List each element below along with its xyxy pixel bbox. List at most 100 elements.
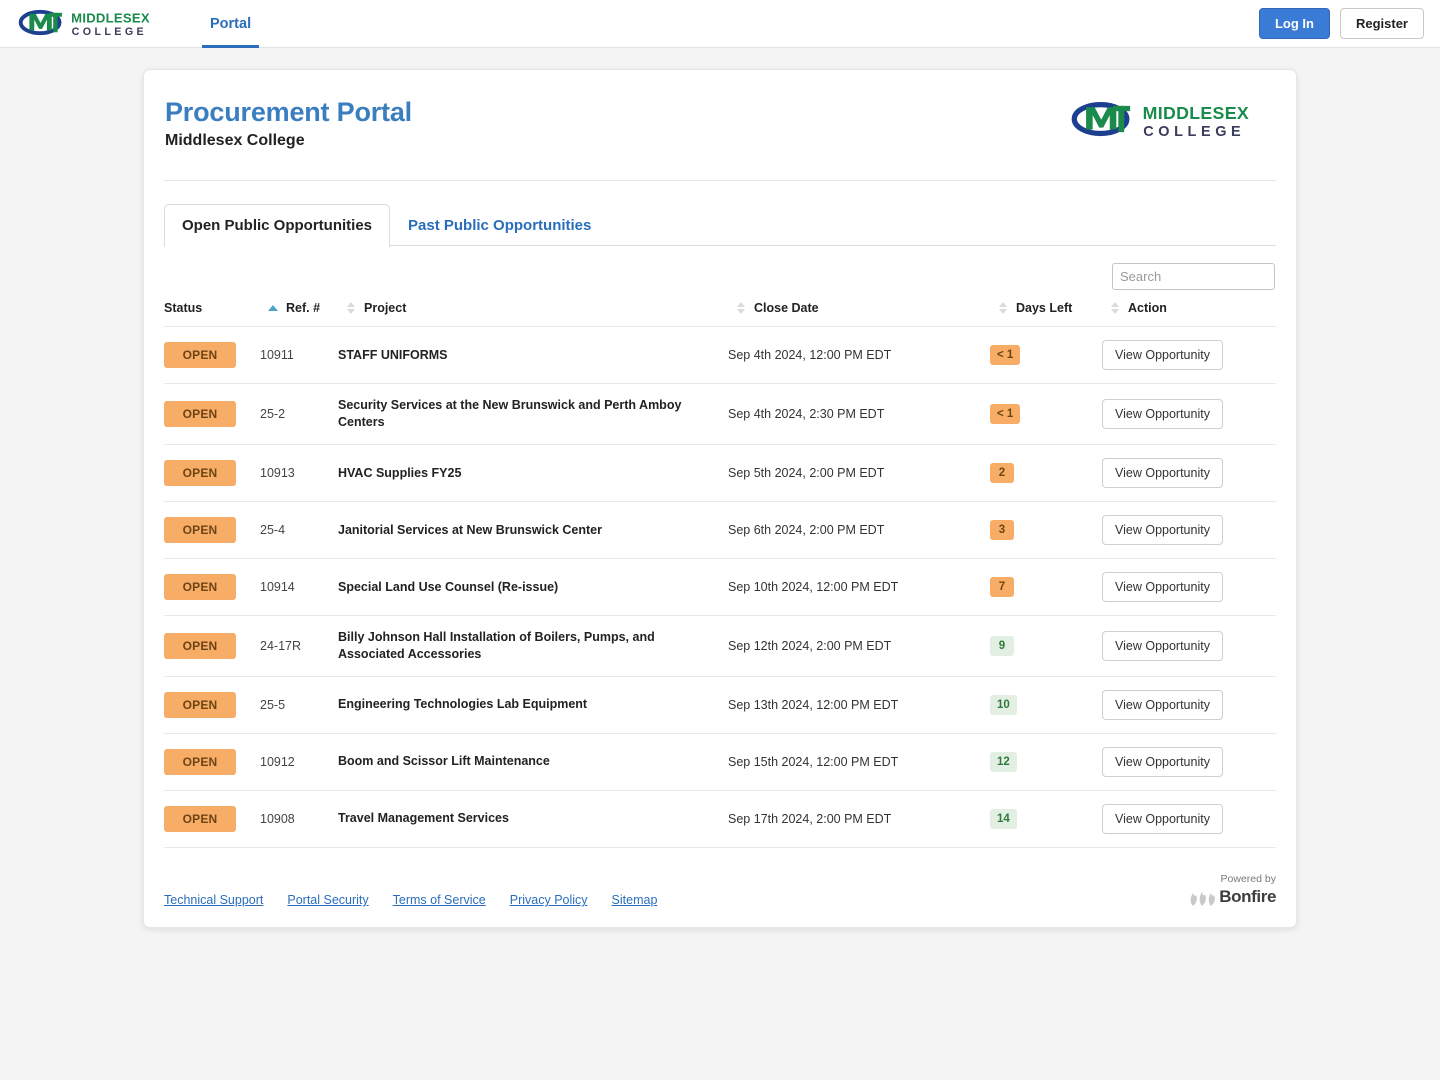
column-label: Ref. # — [286, 301, 321, 316]
footer-link[interactable]: Portal Security — [287, 893, 368, 907]
cell-action: View Opportunity — [1102, 790, 1276, 847]
cell-project: HVAC Supplies FY25 — [338, 445, 728, 502]
ref-number: 10913 — [260, 466, 295, 481]
cell-days-left: 7 — [990, 559, 1102, 616]
footer-link[interactable]: Terms of Service — [393, 893, 486, 907]
project-name: Special Land Use Counsel (Re-issue) — [338, 579, 559, 594]
middlesex-college-logo-icon: MIDDLESEX COLLEGE — [18, 9, 150, 38]
column-label: Days Left — [1016, 301, 1073, 316]
ref-number: 25-5 — [260, 697, 286, 712]
cell-action: View Opportunity — [1102, 559, 1276, 616]
days-left-badge: 12 — [990, 751, 1017, 772]
view-opportunity-button[interactable]: View Opportunity — [1102, 572, 1223, 603]
cell-ref: 24-17R — [260, 616, 338, 677]
table-row: OPEN 25-4 Janitorial Services at New Bruns… — [164, 501, 1276, 559]
svg-text:COLLEGE: COLLEGE — [72, 26, 147, 38]
cell-days-left: 3 — [990, 502, 1102, 559]
view-opportunity-button[interactable]: View Opportunity — [1102, 631, 1223, 662]
cell-close-date: Sep 15th 2024, 12:00 PM EDT — [728, 733, 990, 790]
search-row — [164, 263, 1276, 291]
brand-logo-link[interactable]: MIDDLESEX COLLEGE — [18, 7, 170, 41]
cell-status: OPEN — [164, 676, 260, 733]
bonfire-logo: Bonfire — [1189, 887, 1276, 907]
cell-days-left: < 1 — [990, 384, 1102, 445]
cell-status: OPEN — [164, 733, 260, 790]
opportunities-tablist: Open Public Opportunities Past Public Op… — [164, 204, 1276, 248]
footer-link[interactable]: Sitemap — [612, 893, 658, 907]
close-date: Sep 13th 2024, 12:00 PM EDT — [728, 697, 899, 712]
ref-number: 25-2 — [260, 407, 286, 422]
table-row: OPEN 24-17R Billy Johnson Hall Installatio… — [164, 615, 1276, 677]
days-left-badge: 2 — [990, 463, 1014, 484]
tab-past-public-opportunities[interactable]: Past Public Opportunities — [390, 204, 609, 246]
view-opportunity-button[interactable]: View Opportunity — [1102, 746, 1223, 777]
ref-number: 25-4 — [260, 523, 286, 538]
view-opportunity-button[interactable]: View Opportunity — [1102, 458, 1223, 489]
cell-days-left: 14 — [990, 790, 1102, 847]
ref-number: 10914 — [260, 580, 295, 595]
view-opportunity-button[interactable]: View Opportunity — [1102, 689, 1223, 720]
cell-project: Travel Management Services — [338, 790, 728, 847]
column-label: Project — [364, 301, 407, 316]
cell-status: OPEN — [164, 559, 260, 616]
column-header-days-left[interactable]: Days Left — [990, 301, 1102, 327]
view-opportunity-button[interactable]: View Opportunity — [1102, 340, 1223, 371]
days-left-badge: < 1 — [990, 345, 1021, 366]
status-badge: OPEN — [164, 748, 236, 775]
cell-status: OPEN — [164, 502, 260, 559]
view-opportunity-button[interactable]: View Opportunity — [1102, 399, 1223, 430]
days-left-badge: 7 — [990, 577, 1014, 598]
cell-project: Billy Johnson Hall Installation of Boile… — [338, 616, 728, 677]
status-badge: OPEN — [164, 460, 236, 487]
days-left-badge: < 1 — [990, 404, 1021, 425]
sort-toggle-icon[interactable] — [728, 302, 754, 315]
close-date: Sep 15th 2024, 12:00 PM EDT — [728, 754, 899, 769]
cell-project: Security Services at the New Brunswick a… — [338, 384, 728, 445]
view-opportunity-button[interactable]: View Opportunity — [1102, 515, 1223, 546]
cell-days-left: 9 — [990, 616, 1102, 677]
cell-project: Janitorial Services at New Brunswick Cen… — [338, 502, 728, 559]
cell-action: View Opportunity — [1102, 445, 1276, 502]
status-badge: OPEN — [164, 401, 236, 428]
close-date: Sep 4th 2024, 12:00 PM EDT — [728, 348, 892, 363]
cell-status: OPEN — [164, 616, 260, 677]
log-in-button[interactable]: Log In — [1258, 8, 1330, 39]
cell-ref: 25-4 — [260, 502, 338, 559]
powered-by-label: Powered by — [1220, 872, 1276, 885]
cell-close-date: Sep 6th 2024, 2:00 PM EDT — [728, 502, 990, 559]
table-row: OPEN 10908 Travel Management Services Sep 1… — [164, 790, 1276, 848]
cell-action: View Opportunity — [1102, 616, 1276, 677]
project-name: Boom and Scissor Lift Maintenance — [338, 754, 550, 769]
tab-open-public-opportunities[interactable]: Open Public Opportunities — [164, 204, 391, 248]
cell-action: View Opportunity — [1102, 502, 1276, 559]
sort-toggle-icon[interactable] — [990, 302, 1016, 315]
column-header-project[interactable]: Project — [338, 301, 728, 327]
ref-number: 10912 — [260, 754, 295, 769]
sort-toggle-icon[interactable] — [1102, 302, 1128, 315]
cell-action: View Opportunity — [1102, 384, 1276, 445]
sort-ascending-icon[interactable] — [260, 305, 286, 312]
cell-ref: 10911 — [260, 327, 338, 384]
ref-number: 10908 — [260, 811, 295, 826]
nav-item-portal[interactable]: Portal — [202, 0, 260, 48]
bonfire-wordmark: Bonfire — [1219, 887, 1276, 907]
middlesex-college-logo-icon: MIDDLESEX COLLEGE — [1071, 101, 1249, 140]
cell-close-date: Sep 5th 2024, 2:00 PM EDT — [728, 445, 990, 502]
footer-link[interactable]: Privacy Policy — [510, 893, 588, 907]
project-name: STAFF UNIFORMS — [338, 347, 448, 362]
cell-days-left: < 1 — [990, 327, 1102, 384]
column-header-close-date[interactable]: Close Date — [728, 301, 990, 327]
view-opportunity-button[interactable]: View Opportunity — [1102, 803, 1223, 834]
register-button[interactable]: Register — [1339, 8, 1424, 39]
table-header: Status Ref. # Project Close Date Days Le… — [164, 301, 1276, 327]
column-header-ref[interactable]: Ref. # — [260, 301, 338, 327]
cell-ref: 10908 — [260, 790, 338, 847]
close-date: Sep 17th 2024, 2:00 PM EDT — [728, 811, 892, 826]
footer-link[interactable]: Technical Support — [164, 893, 263, 907]
tab-label: Open Public Opportunities — [182, 217, 373, 235]
close-date: Sep 10th 2024, 12:00 PM EDT — [728, 580, 899, 595]
sort-toggle-icon[interactable] — [338, 302, 364, 315]
search-input[interactable] — [1112, 263, 1275, 291]
status-badge: OPEN — [164, 805, 236, 832]
column-header-status[interactable]: Status — [164, 301, 260, 327]
